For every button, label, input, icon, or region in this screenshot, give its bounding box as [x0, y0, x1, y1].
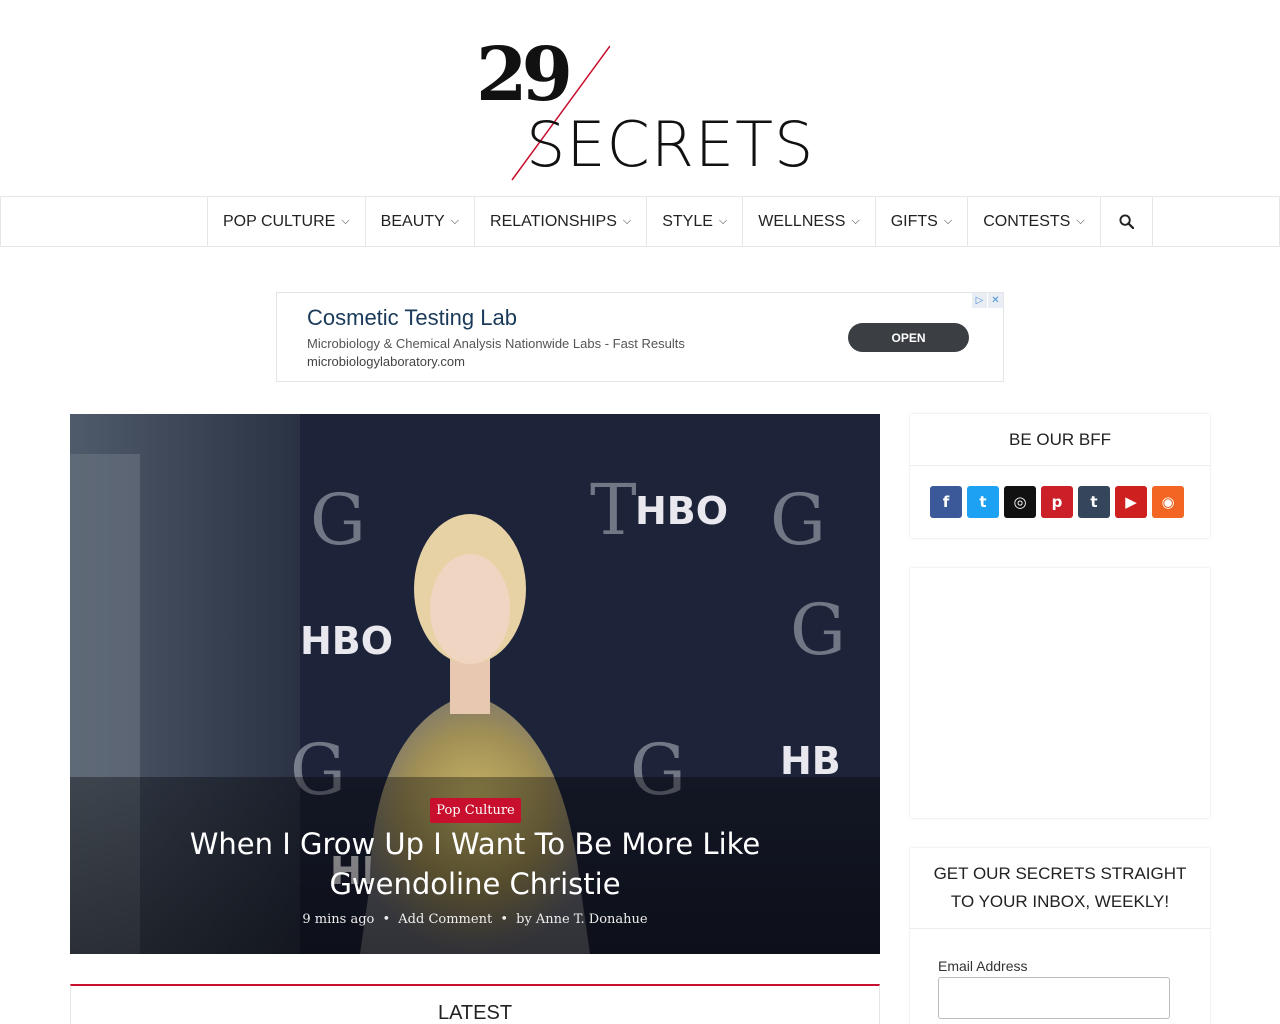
- nav-item-wellness[interactable]: WELLNESS ⌵: [743, 197, 876, 246]
- category-badge[interactable]: Pop Culture: [430, 798, 521, 823]
- twitter-icon[interactable]: t: [967, 486, 999, 518]
- nav-label: WELLNESS: [758, 212, 846, 230]
- svg-text:T: T: [590, 469, 637, 551]
- ad-title[interactable]: Cosmetic Testing Lab: [307, 305, 517, 331]
- post-time: 9 mins ago: [302, 912, 375, 927]
- chevron-down-icon: ⌵: [851, 215, 860, 227]
- sidebar-ad-slot: [910, 568, 1210, 818]
- social-icons: f t ◎ p t ▶ ◉: [910, 466, 1210, 518]
- nav-item-gifts[interactable]: GIFTS ⌵: [876, 197, 969, 246]
- nav-label: POP CULTURE: [223, 212, 336, 230]
- chevron-down-icon: ⌵: [718, 215, 728, 227]
- nav-item-beauty[interactable]: BEAUTY ⌵: [366, 197, 476, 246]
- logo-number: 29: [476, 32, 573, 118]
- chevron-down-icon: ⌵: [622, 215, 632, 227]
- chevron-down-icon: ⌵: [943, 215, 953, 227]
- site-logo[interactable]: 29 SECRETS: [470, 36, 815, 186]
- chevron-down-icon: ⌵: [1076, 215, 1085, 227]
- ad-url[interactable]: microbiologylaboratory.com: [307, 354, 465, 369]
- svg-text:G: G: [310, 479, 366, 561]
- social-widget-title: BE OUR BFF: [910, 414, 1210, 466]
- nav-item-style[interactable]: STYLE ⌵: [647, 197, 744, 246]
- ad-choices-icon[interactable]: ▷: [972, 293, 987, 308]
- byline-prefix: by: [516, 912, 532, 927]
- youtube-icon[interactable]: ▶: [1115, 486, 1147, 518]
- author-link[interactable]: Anne T. Donahue: [536, 912, 648, 927]
- nav-item-contests[interactable]: CONTESTS ⌵: [968, 197, 1101, 246]
- meta-separator: •: [500, 912, 508, 927]
- chevron-down-icon: ⌵: [450, 215, 460, 227]
- ad-open-button[interactable]: OPEN: [848, 323, 969, 352]
- hero-meta: 9 mins ago • Add Comment • by Anne T. Don…: [70, 912, 880, 927]
- social-widget: BE OUR BFF f t ◎ p t ▶ ◉: [910, 414, 1210, 538]
- pinterest-icon[interactable]: p: [1041, 486, 1073, 518]
- nav-label: STYLE: [662, 212, 713, 230]
- hero-title[interactable]: When I Grow Up I Want To Be More Like Gw…: [140, 824, 810, 904]
- nav-label: GIFTS: [890, 212, 938, 230]
- nav-item-pop-culture[interactable]: POP CULTURE ⌵: [208, 197, 366, 246]
- email-field[interactable]: [938, 977, 1170, 1019]
- nav-label: CONTESTS: [983, 212, 1071, 230]
- main-nav: POP CULTURE ⌵ BEAUTY ⌵ RELATIONSHIPS ⌵ STYL…: [0, 196, 1280, 247]
- logo-word: SECRETS: [526, 108, 815, 181]
- search-button[interactable]: [1101, 197, 1153, 246]
- ad-description: Microbiology & Chemical Analysis Nationw…: [307, 336, 685, 351]
- site-header: 29 SECRETS: [0, 0, 1280, 196]
- tumblr-icon[interactable]: t: [1078, 486, 1110, 518]
- nav-label: RELATIONSHIPS: [490, 212, 617, 230]
- rss-icon[interactable]: ◉: [1152, 486, 1184, 518]
- nav-label: BEAUTY: [380, 212, 445, 230]
- latest-section: LATEST: [70, 984, 880, 1024]
- latest-heading: LATEST: [437, 1002, 513, 1024]
- facebook-icon[interactable]: f: [930, 486, 962, 518]
- svg-text:HBO: HBO: [635, 489, 728, 533]
- instagram-icon[interactable]: ◎: [1004, 486, 1036, 518]
- meta-separator: •: [382, 912, 391, 927]
- ad-close-icon[interactable]: ✕: [988, 293, 1003, 308]
- svg-text:G: G: [790, 589, 846, 671]
- newsletter-title: GET OUR SECRETS STRAIGHT TO YOUR INBOX, …: [910, 848, 1210, 929]
- svg-text:HBO: HBO: [300, 619, 393, 663]
- newsletter-widget: GET OUR SECRETS STRAIGHT TO YOUR INBOX, …: [910, 848, 1210, 1024]
- search-icon: [1119, 214, 1134, 229]
- svg-text:G: G: [770, 479, 826, 561]
- add-comment-link[interactable]: Add Comment: [398, 912, 492, 927]
- nav-item-relationships[interactable]: RELATIONSHIPS ⌵: [475, 197, 648, 246]
- ad-banner[interactable]: Cosmetic Testing Lab Microbiology & Chem…: [276, 292, 1004, 382]
- chevron-down-icon: ⌵: [341, 215, 350, 227]
- hero-article[interactable]: G T G G G G HBO HBO HB HBO Pop Culture W…: [70, 414, 880, 954]
- email-label: Email Address: [938, 958, 1028, 974]
